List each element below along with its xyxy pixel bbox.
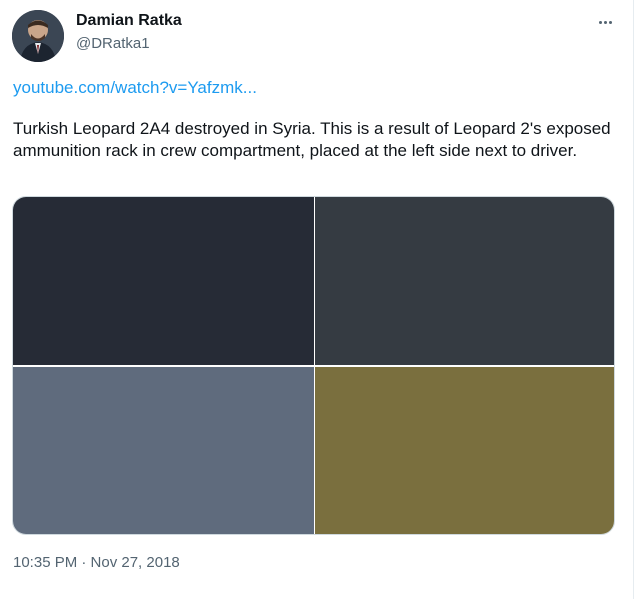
more-horizontal-icon[interactable]	[592, 12, 618, 32]
avatar[interactable]	[12, 10, 64, 62]
more-dot	[598, 20, 602, 24]
more-dot	[603, 20, 607, 24]
author-name[interactable]: Damian Ratka	[76, 12, 182, 30]
more-dot	[608, 20, 612, 24]
tweet-card: Damian Ratka @DRatka1 youtube.com/watch?…	[0, 0, 634, 599]
youtube-link[interactable]: youtube.com/watch?v=Yafzmk...	[13, 78, 257, 98]
avatar-image	[12, 10, 64, 62]
media-grid	[12, 196, 615, 535]
photo-1[interactable]	[13, 197, 314, 365]
photo-3[interactable]	[13, 367, 314, 534]
tweet-timestamp[interactable]: 10:35 PM · Nov 27, 2018	[13, 554, 180, 571]
photo-4[interactable]	[315, 367, 614, 534]
photo-2[interactable]	[315, 197, 614, 365]
tweet-text: Turkish Leopard 2A4 destroyed in Syria. …	[13, 119, 611, 160]
author-handle[interactable]: @DRatka1	[76, 35, 150, 52]
